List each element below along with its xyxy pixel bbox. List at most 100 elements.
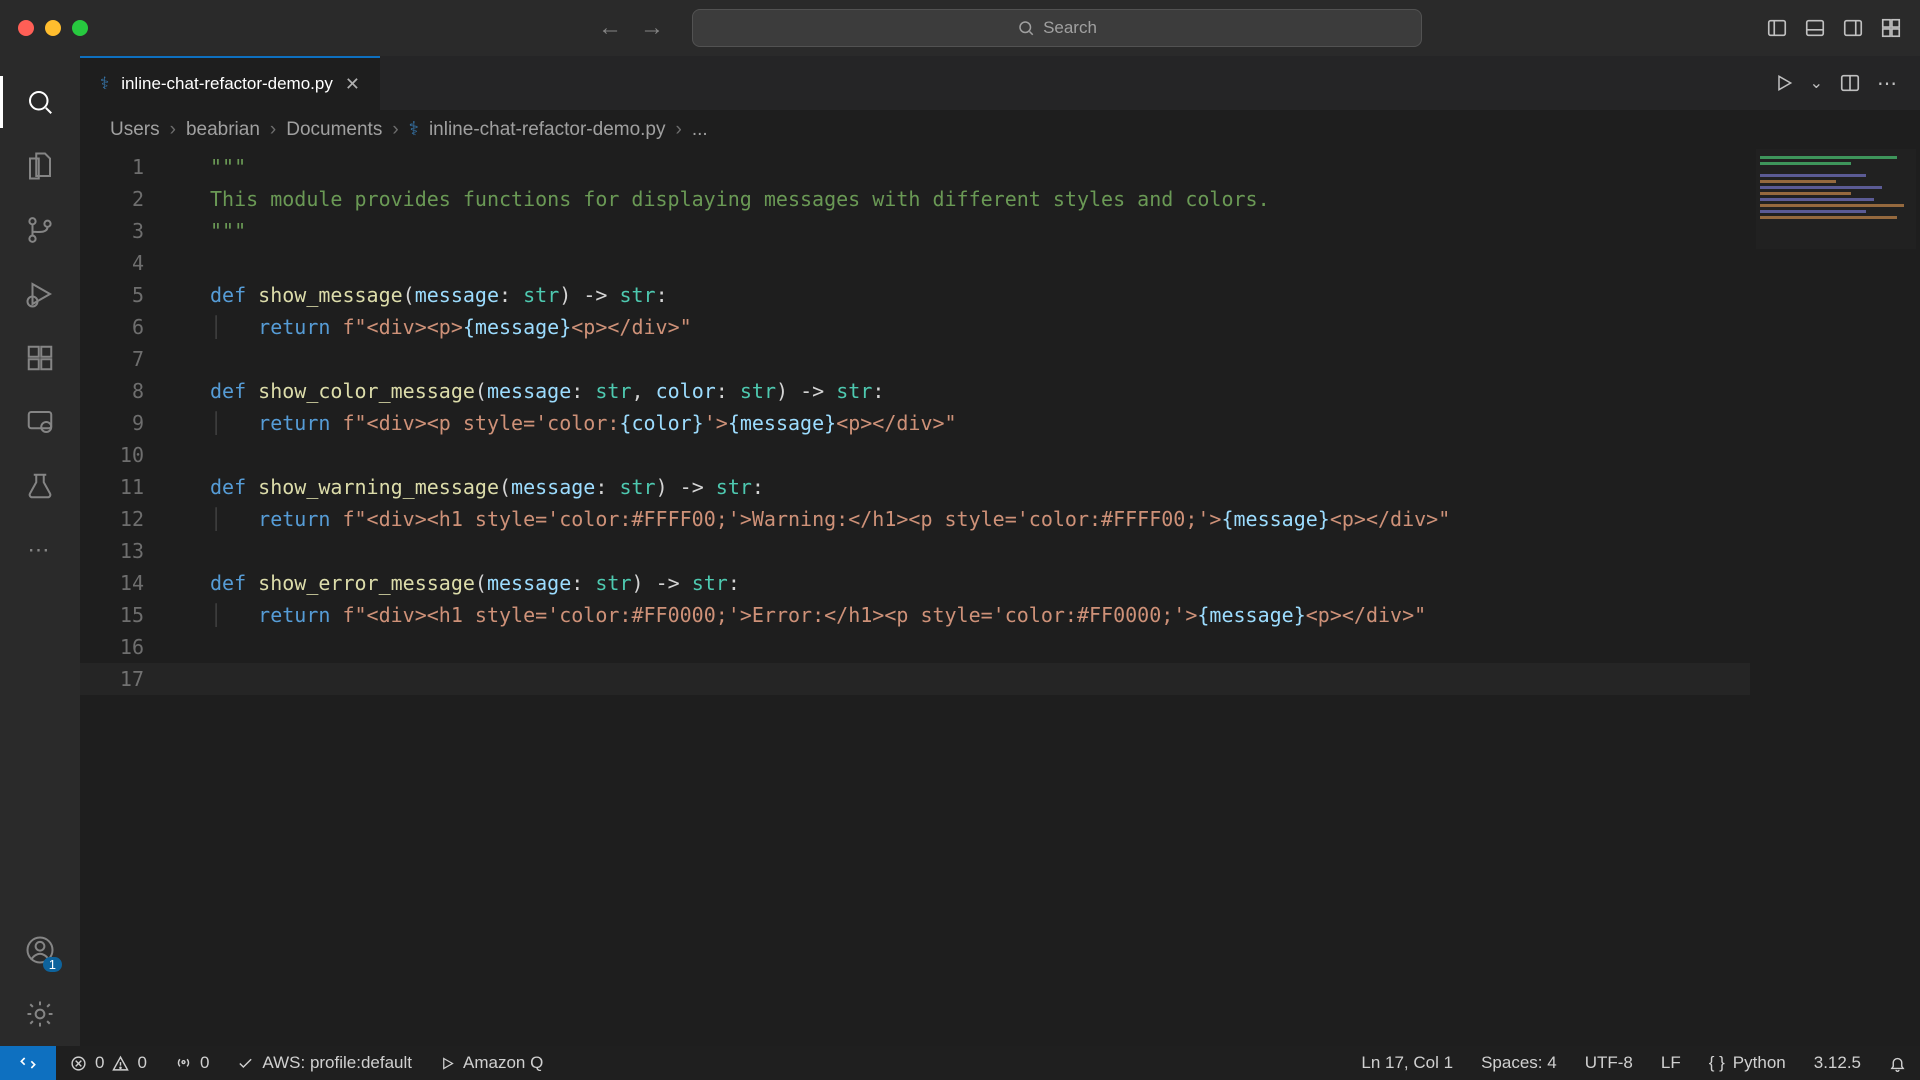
explorer-activity[interactable] (0, 134, 80, 198)
aws-profile-label: AWS: profile:default (262, 1053, 412, 1073)
debug-icon (25, 279, 55, 309)
search-activity[interactable] (0, 70, 80, 134)
line-number: 2 (80, 183, 144, 215)
nav-back-icon[interactable]: ← (598, 14, 622, 42)
run-file-icon[interactable] (1774, 73, 1794, 93)
layout-sidebar-left-icon[interactable] (1766, 17, 1788, 39)
remote-indicator[interactable] (0, 1046, 56, 1080)
line-number: 16 (80, 631, 144, 663)
beaker-icon (25, 471, 55, 501)
search-icon (1017, 19, 1035, 37)
ports-count: 0 (200, 1053, 209, 1073)
chevron-right-icon: › (676, 119, 682, 141)
status-ports[interactable]: 0 (161, 1053, 223, 1073)
line-number: 11 (80, 471, 144, 503)
activity-bar: ⋯ 1 (0, 56, 80, 1046)
status-indent[interactable]: Spaces: 4 (1467, 1053, 1571, 1073)
line-number-gutter: 1 2 3 4 5 6 7 8 9 10 11 12 13 14 15 16 1… (80, 149, 170, 1046)
line-number: 13 (80, 535, 144, 567)
remote-icon (18, 1053, 38, 1073)
line-number: 7 (80, 343, 144, 375)
main-area: ⋯ 1 ⚕ inline-chat-refactor-demo.py ✕ ⌄ ⋯ (0, 56, 1920, 1046)
line-number: 3 (80, 215, 144, 247)
maximize-window-button[interactable] (72, 20, 88, 36)
search-placeholder: Search (1043, 18, 1097, 38)
chevron-right-icon: › (170, 119, 176, 141)
account-badge: 1 (43, 957, 62, 972)
error-icon (70, 1055, 87, 1072)
chevron-down-icon[interactable]: ⌄ (1810, 73, 1823, 93)
close-icon[interactable]: ✕ (345, 74, 360, 95)
line-number: 5 (80, 279, 144, 311)
status-python-version[interactable]: 3.12.5 (1800, 1053, 1875, 1073)
breadcrumb-part[interactable]: ... (692, 119, 708, 141)
window-controls (18, 20, 88, 36)
editor-group: ⚕ inline-chat-refactor-demo.py ✕ ⌄ ⋯ Use… (80, 56, 1920, 1046)
line-number: 1 (80, 151, 144, 183)
accounts-activity[interactable]: 1 (0, 918, 80, 982)
editor-actions: ⌄ ⋯ (1774, 56, 1920, 110)
line-number: 14 (80, 567, 144, 599)
minimap[interactable] (1756, 149, 1916, 249)
more-icon: ⋯ (28, 537, 53, 563)
check-icon (237, 1055, 254, 1072)
play-icon (440, 1056, 455, 1071)
line-number: 15 (80, 599, 144, 631)
breadcrumb[interactable]: Users › beabrian › Documents › ⚕ inline-… (80, 110, 1920, 149)
gear-icon (25, 999, 55, 1029)
status-problems[interactable]: 0 0 (56, 1053, 161, 1073)
breadcrumb-part[interactable]: inline-chat-refactor-demo.py (429, 119, 666, 141)
line-number: 6 (80, 311, 144, 343)
breadcrumb-part[interactable]: Documents (286, 119, 382, 141)
status-encoding[interactable]: UTF-8 (1571, 1053, 1647, 1073)
customize-layout-icon[interactable] (1880, 17, 1902, 39)
testing-activity[interactable] (0, 454, 80, 518)
tab-bar: ⚕ inline-chat-refactor-demo.py ✕ ⌄ ⋯ (80, 56, 1920, 110)
remote-explorer-activity[interactable] (0, 390, 80, 454)
nav-forward-icon[interactable]: → (640, 14, 664, 42)
nav-arrows: ← → (598, 14, 664, 42)
remote-explorer-icon (25, 407, 55, 437)
chevron-right-icon: › (392, 119, 398, 141)
split-editor-icon[interactable] (1839, 72, 1861, 94)
close-window-button[interactable] (18, 20, 34, 36)
line-number: 10 (80, 439, 144, 471)
breadcrumb-part[interactable]: Users (110, 119, 160, 141)
status-bar: 0 0 0 AWS: profile:default Amazon Q Ln 1… (0, 1046, 1920, 1080)
code-editor[interactable]: 1 2 3 4 5 6 7 8 9 10 11 12 13 14 15 16 1… (80, 149, 1920, 1046)
title-bar: ← → Search (0, 0, 1920, 56)
settings-activity[interactable] (0, 982, 80, 1046)
status-amazonq[interactable]: Amazon Q (426, 1053, 557, 1073)
run-debug-activity[interactable] (0, 262, 80, 326)
current-line-highlight (80, 663, 1750, 695)
line-number: 8 (80, 375, 144, 407)
breadcrumb-part[interactable]: beabrian (186, 119, 260, 141)
extensions-icon (25, 343, 55, 373)
status-cursor[interactable]: Ln 17, Col 1 (1347, 1053, 1467, 1073)
code-content[interactable]: """ This module provides functions for d… (170, 149, 1920, 1046)
source-control-activity[interactable] (0, 198, 80, 262)
chevron-right-icon: › (270, 119, 276, 141)
status-language[interactable]: { } Python (1695, 1053, 1800, 1073)
search-icon (25, 87, 55, 117)
status-aws[interactable]: AWS: profile:default (223, 1053, 426, 1073)
tab-label: inline-chat-refactor-demo.py (121, 74, 333, 94)
more-activity[interactable]: ⋯ (0, 518, 80, 582)
layout-panel-icon[interactable] (1804, 17, 1826, 39)
minimize-window-button[interactable] (45, 20, 61, 36)
line-number: 9 (80, 407, 144, 439)
tab-active[interactable]: ⚕ inline-chat-refactor-demo.py ✕ (80, 56, 380, 110)
more-icon[interactable]: ⋯ (1877, 71, 1900, 96)
braces-icon: { } (1709, 1053, 1725, 1073)
command-center-search[interactable]: Search (692, 9, 1422, 47)
radio-tower-icon (175, 1055, 192, 1072)
files-icon (25, 151, 55, 181)
python-file-icon: ⚕ (409, 118, 419, 141)
status-notifications[interactable] (1875, 1053, 1920, 1073)
layout-sidebar-right-icon[interactable] (1842, 17, 1864, 39)
python-file-icon: ⚕ (100, 74, 109, 94)
status-eol[interactable]: LF (1647, 1053, 1695, 1073)
git-branch-icon (25, 215, 55, 245)
extensions-activity[interactable] (0, 326, 80, 390)
line-number: 12 (80, 503, 144, 535)
